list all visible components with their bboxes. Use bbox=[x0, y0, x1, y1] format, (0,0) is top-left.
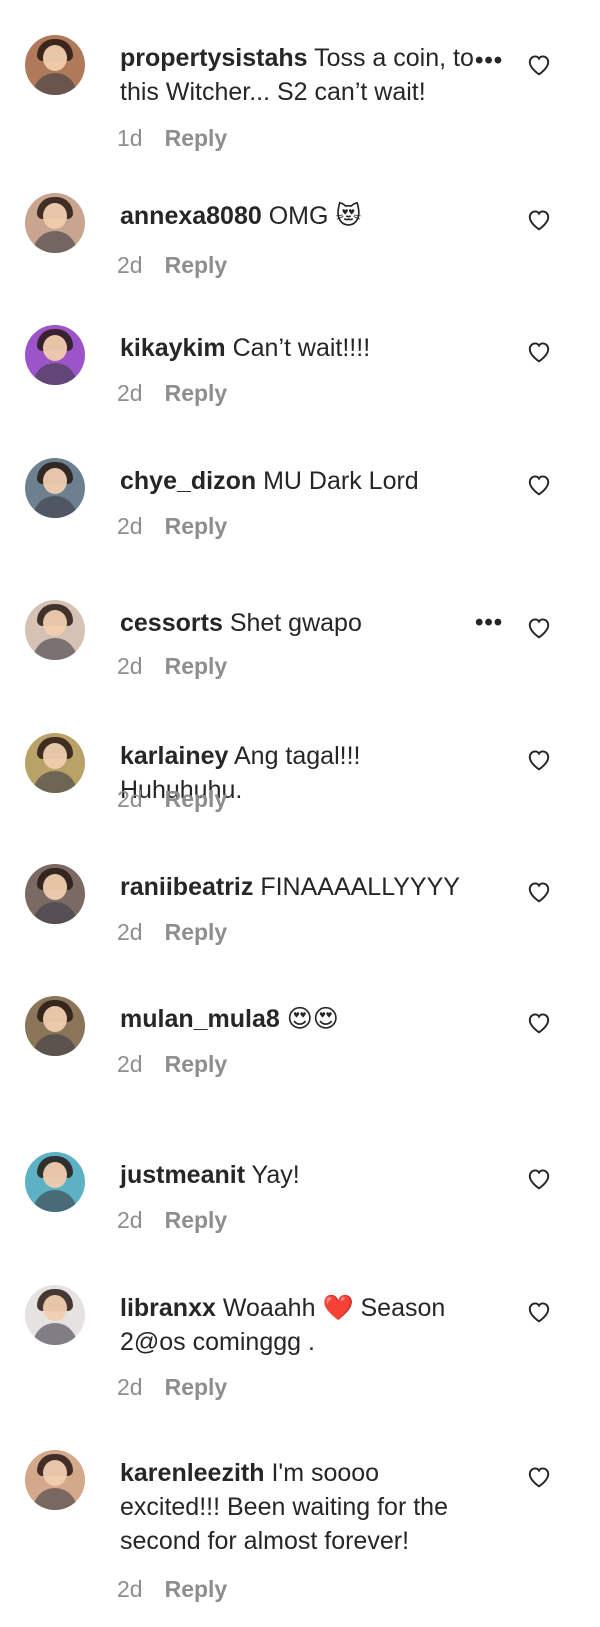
comment-meta: 2d Reply bbox=[117, 513, 227, 540]
comment-meta: 2d Reply bbox=[117, 252, 227, 279]
comment-meta: 2d Reply bbox=[117, 919, 227, 946]
avatar[interactable] bbox=[25, 864, 85, 924]
comment-username[interactable]: cessorts bbox=[120, 609, 223, 637]
avatar[interactable] bbox=[25, 600, 85, 660]
heart-icon[interactable] bbox=[526, 747, 552, 771]
comment-text-block: propertysistahs Toss a coin, to this Wit… bbox=[120, 41, 480, 109]
comment-username[interactable]: kikaykim bbox=[120, 334, 226, 362]
heart-icon[interactable] bbox=[526, 207, 552, 231]
comment-meta: 2d Reply bbox=[117, 653, 227, 680]
heart-icon[interactable] bbox=[526, 879, 552, 903]
comment-text: OMG bbox=[268, 202, 329, 230]
comment-meta: 2d Reply bbox=[117, 380, 227, 407]
comment-text: FINAAAALLYYYY bbox=[260, 873, 460, 901]
avatar[interactable] bbox=[25, 996, 85, 1056]
emoji-glyph: 😍😍 bbox=[286, 1005, 339, 1033]
reply-button[interactable]: Reply bbox=[165, 125, 228, 151]
more-options-icon[interactable]: ••• bbox=[475, 611, 503, 635]
reply-button[interactable]: Reply bbox=[165, 513, 228, 539]
heart-icon[interactable] bbox=[526, 52, 552, 76]
reply-button[interactable]: Reply bbox=[165, 1051, 228, 1077]
emoji-glyph: 😻 bbox=[335, 202, 362, 230]
comment-username[interactable]: chye_dizon bbox=[120, 467, 256, 495]
comment-username[interactable]: raniibeatriz bbox=[120, 873, 253, 901]
heart-icon[interactable] bbox=[526, 472, 552, 496]
avatar[interactable] bbox=[25, 733, 85, 793]
comment-time: 2d bbox=[117, 380, 143, 406]
reply-button[interactable]: Reply bbox=[165, 252, 228, 278]
comment-meta: 2d Reply bbox=[117, 1207, 227, 1234]
comment-time: 2d bbox=[117, 919, 143, 945]
avatar[interactable] bbox=[25, 35, 85, 95]
heart-icon[interactable] bbox=[526, 1464, 552, 1488]
comment-meta: 2d Reply bbox=[117, 1576, 227, 1603]
comment-time: 1d bbox=[117, 125, 143, 151]
comment-text-block: chye_dizon MU Dark Lord bbox=[120, 464, 480, 498]
comment-username[interactable]: karenleezith bbox=[120, 1459, 265, 1487]
reply-button[interactable]: Reply bbox=[165, 653, 228, 679]
comment-time: 2d bbox=[117, 786, 143, 812]
comment-meta: 1d Reply bbox=[117, 125, 227, 152]
comment-time: 2d bbox=[117, 252, 143, 278]
comment-username[interactable]: mulan_mula8 bbox=[120, 1005, 280, 1033]
heart-icon[interactable] bbox=[526, 1010, 552, 1034]
comment-username[interactable]: annexa8080 bbox=[120, 202, 262, 230]
heart-icon[interactable] bbox=[526, 339, 552, 363]
avatar[interactable] bbox=[25, 1152, 85, 1212]
comment-time: 2d bbox=[117, 1051, 143, 1077]
avatar[interactable] bbox=[25, 325, 85, 385]
comment-text: MU Dark Lord bbox=[263, 467, 419, 495]
reply-button[interactable]: Reply bbox=[165, 1207, 228, 1233]
more-options-icon[interactable]: ••• bbox=[475, 49, 503, 73]
comment-time: 2d bbox=[117, 513, 143, 539]
avatar[interactable] bbox=[25, 1285, 85, 1345]
comment-text-block: libranxx Woaahh ❤️ Season 2@os cominggg … bbox=[120, 1291, 480, 1359]
avatar[interactable] bbox=[25, 1450, 85, 1510]
comment-text: Yay! bbox=[251, 1161, 300, 1189]
reply-button[interactable]: Reply bbox=[165, 786, 228, 812]
comment-text-block: karenleezith I'm soooo excited!!! Been w… bbox=[120, 1456, 480, 1558]
comment-text-block: mulan_mula8 😍😍 bbox=[120, 1002, 480, 1036]
comment-username[interactable]: justmeanit bbox=[120, 1161, 245, 1189]
comment-text-block: annexa8080 OMG 😻 bbox=[120, 199, 480, 233]
avatar[interactable] bbox=[25, 458, 85, 518]
comment-text-block: justmeanit Yay! bbox=[120, 1158, 480, 1192]
comment-text-block: raniibeatriz FINAAAALLYYYY bbox=[120, 870, 480, 904]
comment-meta: 2d Reply bbox=[117, 786, 227, 813]
avatar[interactable] bbox=[25, 193, 85, 253]
comment-username[interactable]: libranxx bbox=[120, 1294, 216, 1322]
heart-icon[interactable] bbox=[526, 1299, 552, 1323]
comment-username[interactable]: karlainey bbox=[120, 742, 228, 770]
comment-time: 2d bbox=[117, 1576, 143, 1602]
comment-username[interactable]: propertysistahs bbox=[120, 44, 308, 72]
comment-time: 2d bbox=[117, 1374, 143, 1400]
comment-time: 2d bbox=[117, 653, 143, 679]
comment-time: 2d bbox=[117, 1207, 143, 1233]
comment-text-block: kikaykim Can’t wait!!!! bbox=[120, 331, 480, 365]
reply-button[interactable]: Reply bbox=[165, 919, 228, 945]
comment-text: Shet gwapo bbox=[229, 609, 362, 637]
reply-button[interactable]: Reply bbox=[165, 1576, 228, 1602]
comment-meta: 2d Reply bbox=[117, 1051, 227, 1078]
comment-text-block: cessorts Shet gwapo bbox=[120, 606, 480, 640]
reply-button[interactable]: Reply bbox=[165, 380, 228, 406]
comment-meta: 2d Reply bbox=[117, 1374, 227, 1401]
reply-button[interactable]: Reply bbox=[165, 1374, 228, 1400]
heart-icon[interactable] bbox=[526, 1166, 552, 1190]
comment-text: Can’t wait!!!! bbox=[232, 334, 371, 362]
heart-icon[interactable] bbox=[526, 615, 552, 639]
